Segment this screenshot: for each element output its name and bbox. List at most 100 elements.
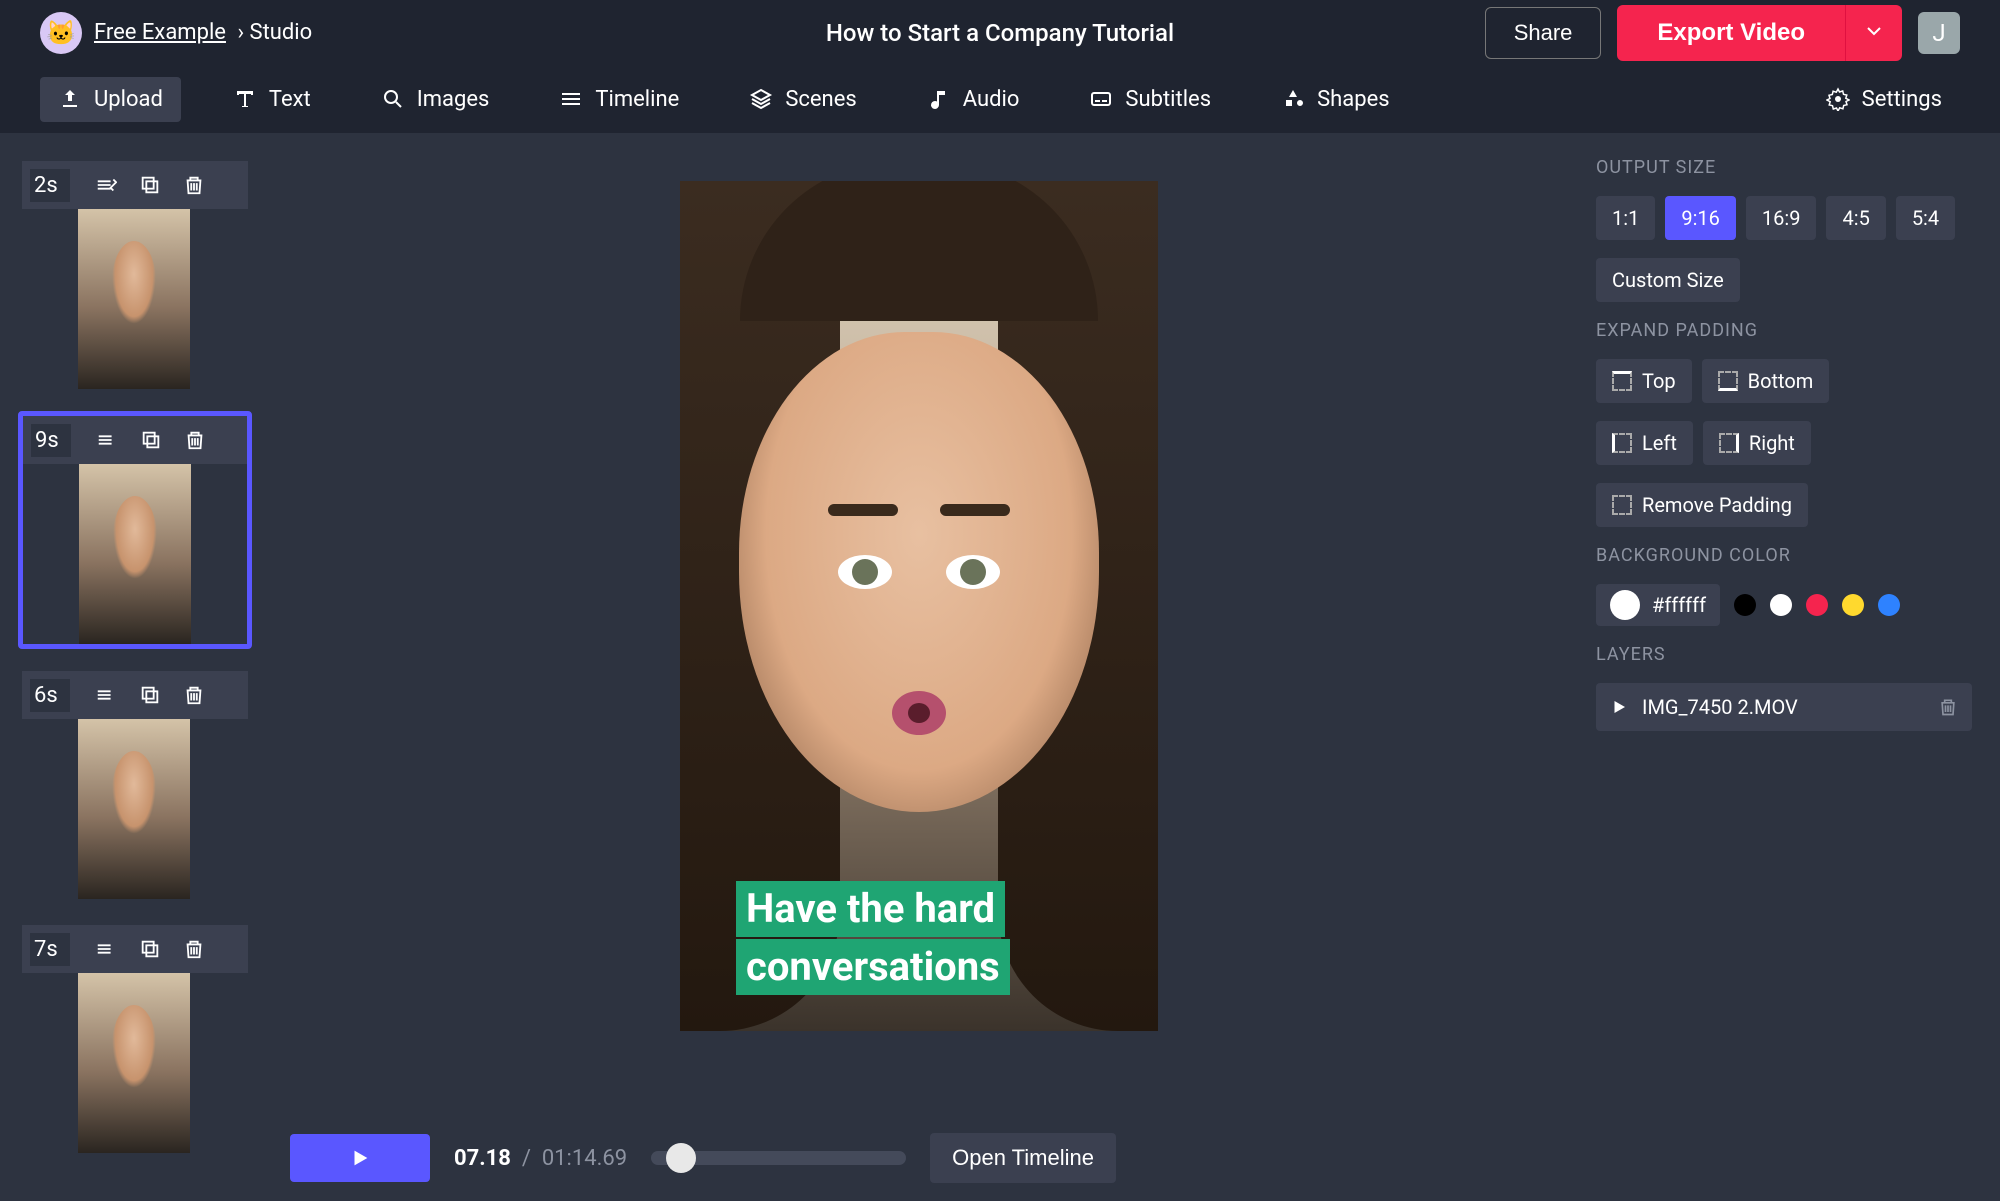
- timeline-icon: [559, 87, 583, 111]
- color-preset-yellow[interactable]: [1842, 594, 1864, 616]
- clip-toolbar: 2s: [22, 161, 248, 209]
- toolbar: Upload Text Images Timeline Scenes Audio: [0, 65, 2000, 133]
- output-size-label: OUTPUT SIZE: [1596, 157, 1972, 178]
- gear-icon: [1826, 87, 1850, 111]
- header-right: Share Export Video J: [1320, 5, 1960, 61]
- remove-padding-button[interactable]: Remove Padding: [1596, 483, 1808, 527]
- clip-reorder-button[interactable]: [90, 679, 122, 711]
- breadcrumb-sep: ›: [237, 20, 244, 45]
- preview-illustration: [838, 555, 892, 589]
- clip-duration: 2s: [30, 169, 70, 202]
- header: 🐱 Free Example › Studio How to Start a C…: [0, 0, 2000, 65]
- tab-text[interactable]: Text: [215, 77, 329, 122]
- bg-color-row: #ffffff: [1596, 584, 1972, 626]
- clip-delete-button[interactable]: [178, 169, 210, 201]
- clip-delete-button[interactable]: [178, 933, 210, 965]
- clip-copy-button[interactable]: [134, 679, 166, 711]
- tab-shapes[interactable]: Shapes: [1263, 77, 1408, 122]
- preview-illustration: [740, 181, 1098, 321]
- play-button[interactable]: [290, 1134, 430, 1182]
- open-timeline-button[interactable]: Open Timeline: [930, 1133, 1116, 1183]
- export-group: Export Video: [1617, 5, 1902, 61]
- clip-thumbnail[interactable]: [78, 973, 190, 1153]
- clip-thumbnail[interactable]: [78, 209, 190, 389]
- layers-icon: [749, 87, 773, 111]
- tab-scenes[interactable]: Scenes: [731, 77, 874, 122]
- clip-delete-button[interactable]: [179, 424, 211, 456]
- layer-name: IMG_7450 2.MOV: [1642, 695, 1798, 719]
- preview-area: Have the hard conversations 07.18 / 01:1…: [270, 133, 1568, 1201]
- share-button[interactable]: Share: [1485, 7, 1602, 59]
- clip-duration: 7s: [30, 933, 70, 966]
- clip-item[interactable]: 6s: [18, 667, 252, 903]
- playbar: 07.18 / 01:14.69 Open Timeline: [270, 1115, 1136, 1201]
- bg-color-input[interactable]: #ffffff: [1596, 584, 1720, 626]
- play-icon: [1610, 698, 1628, 716]
- breadcrumb-current: Studio: [250, 20, 313, 45]
- ratio-option[interactable]: 16:9: [1746, 196, 1817, 240]
- breadcrumb: Free Example › Studio: [94, 20, 312, 45]
- custom-size-button[interactable]: Custom Size: [1596, 258, 1740, 302]
- clip-item[interactable]: 7s: [18, 921, 252, 1157]
- breadcrumb-link[interactable]: Free Example: [94, 20, 226, 45]
- clip-duration: 6s: [30, 679, 70, 712]
- ratio-option[interactable]: 1:1: [1596, 196, 1655, 240]
- clip-duration: 9s: [31, 424, 71, 457]
- color-preset-white[interactable]: [1770, 594, 1792, 616]
- clip-reorder-button[interactable]: [91, 424, 123, 456]
- avatar[interactable]: J: [1918, 12, 1960, 54]
- clip-copy-button[interactable]: [134, 169, 166, 201]
- current-time: 07.18: [454, 1146, 511, 1171]
- subtitle-overlay[interactable]: Have the hard conversations: [736, 881, 1010, 995]
- color-preset-black[interactable]: [1734, 594, 1756, 616]
- tab-upload[interactable]: Upload: [40, 77, 181, 122]
- tab-settings[interactable]: Settings: [1808, 77, 1960, 122]
- page-title[interactable]: How to Start a Company Tutorial: [680, 19, 1320, 47]
- clip-copy-button[interactable]: [135, 424, 167, 456]
- pad-right-button[interactable]: Right: [1703, 421, 1811, 465]
- color-preset-blue[interactable]: [1878, 594, 1900, 616]
- pad-left-button[interactable]: Left: [1596, 421, 1693, 465]
- tab-audio[interactable]: Audio: [909, 77, 1038, 122]
- trash-icon[interactable]: [1938, 697, 1958, 717]
- export-dropdown-button[interactable]: [1845, 5, 1902, 61]
- clip-item[interactable]: 2s: [18, 157, 252, 393]
- layer-item[interactable]: IMG_7450 2.MOV: [1596, 683, 1972, 731]
- expand-padding-label: EXPAND PADDING: [1596, 320, 1972, 341]
- padding-icon: [1612, 371, 1632, 391]
- tab-timeline[interactable]: Timeline: [541, 77, 697, 122]
- preview-illustration: [940, 504, 1010, 516]
- subtitles-icon: [1089, 87, 1113, 111]
- header-left: 🐱 Free Example › Studio: [40, 12, 680, 54]
- padding-icon: [1612, 433, 1632, 453]
- total-time: 01:14.69: [542, 1146, 627, 1171]
- tab-subtitles[interactable]: Subtitles: [1071, 77, 1229, 122]
- tab-images-label: Images: [417, 87, 490, 112]
- color-preset-red[interactable]: [1806, 594, 1828, 616]
- export-video-button[interactable]: Export Video: [1617, 5, 1845, 61]
- tab-images[interactable]: Images: [363, 77, 508, 122]
- clip-thumbnail[interactable]: [79, 464, 191, 644]
- ratio-option[interactable]: 9:16: [1665, 196, 1736, 240]
- ratio-option[interactable]: 4:5: [1826, 196, 1885, 240]
- tab-upload-label: Upload: [94, 87, 163, 112]
- subtitle-line: conversations: [736, 939, 1010, 995]
- padding-icon: [1719, 433, 1739, 453]
- clip-copin-button[interactable]: [134, 933, 166, 965]
- tab-scenes-label: Scenes: [785, 87, 856, 112]
- clip-thumbnail[interactable]: [78, 719, 190, 899]
- padding-icon: [1612, 495, 1632, 515]
- padding-icon: [1718, 371, 1738, 391]
- seek-knob[interactable]: [666, 1143, 696, 1173]
- ratio-option[interactable]: 5:4: [1896, 196, 1955, 240]
- pad-top-button[interactable]: Top: [1596, 359, 1692, 403]
- preview-illustration: [828, 504, 898, 516]
- pad-bottom-button[interactable]: Bottom: [1702, 359, 1830, 403]
- clip-reorder-button[interactable]: [90, 933, 122, 965]
- clip-reorder-button[interactable]: [90, 169, 122, 201]
- logo-icon[interactable]: 🐱: [40, 12, 82, 54]
- clip-delete-button[interactable]: [178, 679, 210, 711]
- seek-bar[interactable]: [651, 1151, 906, 1165]
- preview-canvas[interactable]: Have the hard conversations: [680, 181, 1158, 1031]
- clip-item[interactable]: 9s: [18, 411, 252, 649]
